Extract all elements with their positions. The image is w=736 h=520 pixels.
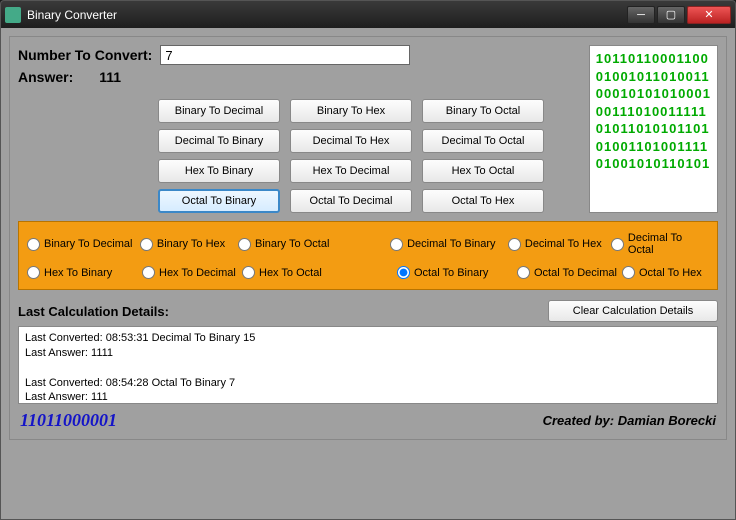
input-and-buttons: Number To Convert: Answer: 111 Binary To…: [18, 45, 581, 213]
input-label: Number To Convert:: [18, 47, 152, 63]
details-label: Last Calculation Details:: [18, 304, 548, 319]
art-line: 10110110001100: [596, 50, 711, 68]
radio-binary-to-octal[interactable]: Binary To Octal: [238, 232, 390, 256]
titlebar: Binary Converter ─ ▢ ✕: [0, 0, 736, 28]
radio-input[interactable]: [142, 266, 155, 279]
octal-to-binary-button[interactable]: Octal To Binary: [158, 189, 280, 213]
radio-decimal-to-octal[interactable]: Decimal To Octal: [611, 232, 709, 256]
calculation-details-box[interactable]: Last Converted: 08:53:31 Decimal To Bina…: [18, 326, 718, 404]
radio-input[interactable]: [27, 266, 40, 279]
footer-credit: Created by: Damian Borecki: [543, 413, 716, 428]
hex-to-binary-button[interactable]: Hex To Binary: [158, 159, 280, 183]
window-body: Number To Convert: Answer: 111 Binary To…: [0, 28, 736, 520]
decimal-to-hex-button[interactable]: Decimal To Hex: [290, 129, 412, 153]
top-section: Number To Convert: Answer: 111 Binary To…: [18, 45, 718, 213]
octal-to-hex-button[interactable]: Octal To Hex: [422, 189, 544, 213]
radio-input[interactable]: [390, 238, 403, 251]
window-title: Binary Converter: [27, 8, 627, 22]
radio-row-2: Hex To Binary Hex To Decimal Hex To Octa…: [27, 266, 709, 279]
main-panel: Number To Convert: Answer: 111 Binary To…: [9, 36, 727, 440]
window-controls: ─ ▢ ✕: [627, 6, 731, 24]
radio-hex-to-decimal[interactable]: Hex To Decimal: [142, 266, 242, 279]
decimal-to-binary-button[interactable]: Decimal To Binary: [158, 129, 280, 153]
answer-value: 111: [99, 69, 121, 85]
binary-to-decimal-button[interactable]: Binary To Decimal: [158, 99, 280, 123]
binary-art-panel: 10110110001100 01001011010011 0001010101…: [589, 45, 718, 213]
radio-binary-to-hex[interactable]: Binary To Hex: [140, 232, 238, 256]
input-row: Number To Convert:: [18, 45, 581, 65]
radio-input[interactable]: [622, 266, 635, 279]
radio-decimal-to-hex[interactable]: Decimal To Hex: [508, 232, 611, 256]
radio-input[interactable]: [397, 266, 410, 279]
art-line: 00111010011111: [596, 103, 711, 121]
maximize-button[interactable]: ▢: [657, 6, 685, 24]
art-line: 00010101010001: [596, 85, 711, 103]
radio-hex-to-binary[interactable]: Hex To Binary: [27, 266, 142, 279]
log-line: Last Answer: 111: [25, 390, 711, 404]
hex-to-decimal-button[interactable]: Hex To Decimal: [290, 159, 412, 183]
radio-panel: Binary To Decimal Binary To Hex Binary T…: [18, 221, 718, 290]
clear-details-button[interactable]: Clear Calculation Details: [548, 300, 718, 322]
radio-octal-to-binary[interactable]: Octal To Binary: [397, 266, 517, 279]
number-input[interactable]: [160, 45, 410, 65]
answer-label: Answer:: [18, 69, 73, 85]
details-header: Last Calculation Details: Clear Calculat…: [18, 300, 718, 322]
conversion-buttons: Binary To Decimal Binary To Hex Binary T…: [158, 99, 581, 213]
answer-row: Answer: 111: [18, 69, 581, 85]
radio-input[interactable]: [508, 238, 521, 251]
radio-input[interactable]: [140, 238, 153, 251]
art-line: 01001101001111: [596, 138, 711, 156]
radio-decimal-to-binary[interactable]: Decimal To Binary: [390, 232, 508, 256]
binary-to-octal-button[interactable]: Binary To Octal: [422, 99, 544, 123]
radio-octal-to-decimal[interactable]: Octal To Decimal: [517, 266, 622, 279]
art-line: 01001011010011: [596, 68, 711, 86]
radio-input[interactable]: [242, 266, 255, 279]
radio-input[interactable]: [517, 266, 530, 279]
radio-input[interactable]: [238, 238, 251, 251]
app-icon: [5, 7, 21, 23]
hex-to-octal-button[interactable]: Hex To Octal: [422, 159, 544, 183]
footer-binary-text: 11011000001: [20, 410, 117, 431]
radio-binary-to-decimal[interactable]: Binary To Decimal: [27, 232, 140, 256]
radio-input[interactable]: [27, 238, 40, 251]
radio-octal-to-hex[interactable]: Octal To Hex: [622, 266, 702, 279]
octal-to-decimal-button[interactable]: Octal To Decimal: [290, 189, 412, 213]
footer: 11011000001 Created by: Damian Borecki: [18, 410, 718, 431]
close-button[interactable]: ✕: [687, 6, 731, 24]
log-line: Last Answer: 1111: [25, 346, 711, 361]
log-line: Last Converted: 08:53:31 Decimal To Bina…: [25, 331, 711, 346]
art-line: 01011010101101: [596, 120, 711, 138]
minimize-button[interactable]: ─: [627, 6, 655, 24]
binary-to-hex-button[interactable]: Binary To Hex: [290, 99, 412, 123]
decimal-to-octal-button[interactable]: Decimal To Octal: [422, 129, 544, 153]
radio-hex-to-octal[interactable]: Hex To Octal: [242, 266, 397, 279]
log-line: Last Converted: 08:54:28 Octal To Binary…: [25, 376, 711, 391]
art-line: 01001010110101: [596, 155, 711, 173]
radio-row-1: Binary To Decimal Binary To Hex Binary T…: [27, 232, 709, 256]
radio-input[interactable]: [611, 238, 624, 251]
